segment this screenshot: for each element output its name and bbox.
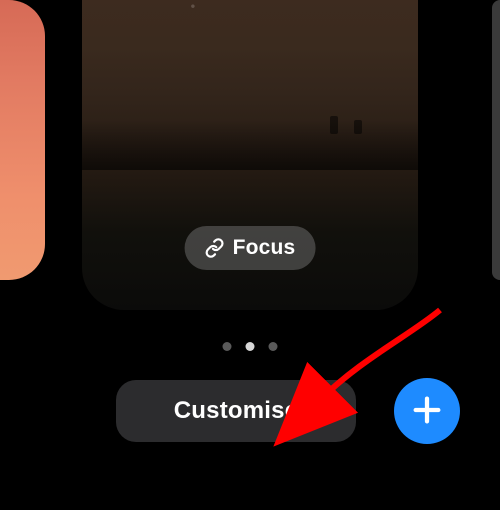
- customise-label: Customise: [174, 397, 299, 425]
- wallpaper-silhouette: [330, 116, 338, 134]
- customise-button[interactable]: Customise: [116, 380, 356, 442]
- wallpaper-horizon: [82, 120, 418, 170]
- wallpaper-silhouette: [354, 120, 362, 134]
- add-button[interactable]: [394, 378, 460, 444]
- focus-button[interactable]: Focus: [185, 226, 316, 270]
- page-indicator[interactable]: [223, 342, 278, 351]
- page-dot: [223, 342, 232, 351]
- wallpaper-preview-right-sliver[interactable]: [492, 0, 500, 280]
- wallpaper-preview-left-sliver[interactable]: [0, 0, 45, 280]
- wallpaper-preview-center[interactable]: Focus: [82, 0, 418, 310]
- page-dot: [269, 342, 278, 351]
- page-dot-active: [246, 342, 255, 351]
- focus-label: Focus: [233, 236, 296, 260]
- plus-icon: [410, 393, 444, 430]
- link-icon: [205, 238, 225, 258]
